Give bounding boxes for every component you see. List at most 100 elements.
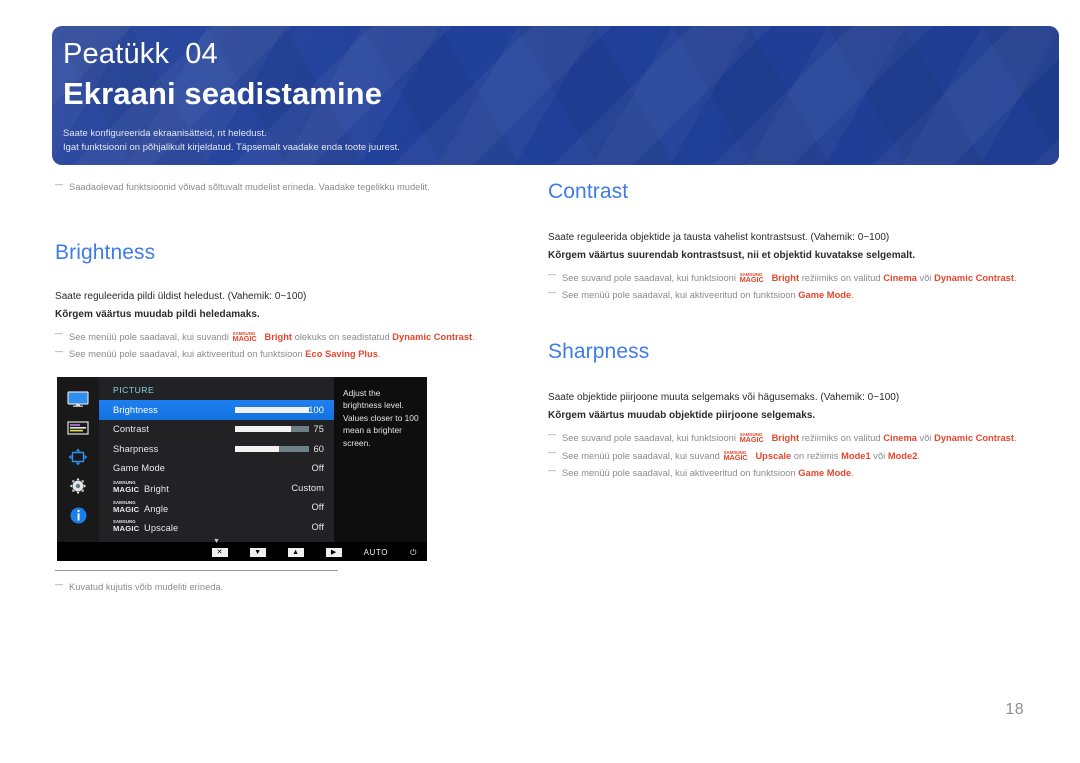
samsung-magic-logo: SAMSUNG MAGIC [113, 500, 143, 514]
osd-slider-fill [235, 426, 291, 433]
osd-menu-item[interactable]: SAMSUNG MAGIC Angle Off [99, 498, 334, 518]
osd-menu-item-label: Game Mode [113, 463, 166, 474]
osd-slider-track[interactable] [235, 406, 309, 413]
section-heading-brightness: Brightness [55, 241, 156, 264]
brightness-note-1-pre: See menüü pole saadaval, kui suvandi [69, 332, 229, 343]
osd-slider-fill [235, 445, 280, 452]
contrast-body-2: Kõrgem väärtus suurendab kontrastsust, n… [548, 250, 916, 262]
brightness-note-2-end: . [377, 349, 381, 360]
osd-menu-item[interactable]: Brightness 100 [99, 400, 334, 420]
osd-button-bar: ✕ ▼ ▲ ▶ AUTO ⏻ [57, 544, 427, 561]
right-column: Contrast Saate reguleerida objektide ja … [548, 180, 1028, 481]
osd-key-enter-icon[interactable]: ▶ [325, 548, 342, 557]
osd-slider-track[interactable] [235, 426, 309, 433]
sharpness-note-1: See suvand pole saadaval, kui funktsioon… [548, 427, 1028, 446]
sharpness-note-1-or: või [919, 433, 932, 444]
magic-logo-main: MAGIC [723, 452, 748, 462]
contrast-note-1-highlight-2: Dynamic Contrast [934, 273, 1014, 284]
chapter-number: 04 [185, 38, 218, 70]
brightness-body-2: Kõrgem väärtus muudab pildi heledamaks. [55, 309, 260, 321]
magic-logo-main: MAGIC [232, 333, 257, 343]
manual-page: Peatükk 04 Ekraani seadistamine Saate ko… [0, 0, 1080, 763]
osd-menu-item-value: 75 [313, 424, 324, 435]
osd-menu-item-label: Brightness [113, 404, 158, 415]
picture-icon[interactable] [66, 390, 90, 408]
sharpness-note-3-pre: See menüü pole saadaval, kui aktiveeritu… [562, 468, 796, 479]
osd-help-panel: Adjust the brightness level. Values clos… [334, 377, 427, 542]
osd-menu-item-value: Off [311, 502, 324, 513]
osd-monitor-illustration: PICTURE Brightness 100 Contrast 75 Sharpness… [57, 377, 427, 561]
sharpness-note-2-pre: See menüü pole saadaval, kui suvand [562, 451, 720, 462]
osd-slider-fill [235, 406, 309, 413]
sharpness-note-1-pre: See suvand pole saadaval, kui funktsioon… [562, 433, 736, 444]
osd-menu-item[interactable]: SAMSUNG MAGIC Upscale Off [99, 517, 334, 537]
sharpness-note-2-end: . [917, 451, 920, 462]
contrast-note-1-magic-suffix: Bright [771, 273, 800, 284]
osd-key-down-icon[interactable]: ▼ [249, 548, 266, 557]
osd-caption-note-text: Kuvatud kujutis võib mudeliti erineda. [69, 582, 224, 592]
samsung-magic-logo: SAMSUNG MAGIC [233, 329, 264, 343]
system-icon[interactable] [66, 448, 90, 466]
contrast-note-2-highlight: Game Mode [798, 290, 852, 301]
sharpness-note-2-magic-suffix: Upscale [755, 451, 792, 462]
osd-menu-heading: PICTURE [113, 385, 155, 395]
sharpness-note-2: See menüü pole saadaval, kui suvand SAMS… [548, 445, 1028, 464]
contrast-note-2: See menüü pole saadaval, kui aktiveeritu… [548, 285, 1028, 303]
sharpness-note-2-or: või [873, 451, 886, 462]
osd-menu-item-magic-label: SAMSUNG MAGIC Upscale [113, 519, 179, 534]
caption-divider [55, 570, 338, 571]
brightness-body-1: Saate reguleerida pildi üldist heledust.… [55, 291, 307, 303]
osd-menu-item-label: Upscale [144, 523, 179, 534]
header-subtitle-line2: Igat funktsiooni on põhjalikult kirjelda… [63, 140, 400, 152]
setup-and-reset-icon[interactable] [66, 477, 90, 495]
brightness-note-1-highlight: Dynamic Contrast [392, 332, 473, 343]
sharpness-note-2-highlight-1: Mode1 [841, 451, 871, 462]
osd-key-up-icon[interactable]: ▲ [287, 548, 304, 557]
brightness-note-1-magic-suffix: Bright [264, 332, 293, 343]
page-title: Ekraani seadistamine [63, 76, 383, 112]
samsung-magic-logo: SAMSUNG MAGIC [740, 270, 771, 284]
magic-logo-main: MAGIC [113, 524, 140, 534]
chapter-header-banner: Peatükk 04 Ekraani seadistamine Saate ko… [52, 26, 1059, 165]
left-column: Saadaolevad funktsioonid võivad sõltuval… [55, 177, 515, 362]
osd-menu-item[interactable]: Contrast 75 [99, 420, 334, 440]
osd-key-auto-label[interactable]: AUTO [364, 548, 388, 557]
osd-menu-item-value: Off [311, 521, 324, 532]
sharpness-note-3-end: . [851, 468, 854, 479]
osd-key-close-icon[interactable]: ✕ [211, 548, 228, 557]
samsung-magic-logo: SAMSUNG MAGIC [113, 480, 143, 494]
page-number: 18 [1005, 701, 1024, 718]
brightness-note-2-highlight: Eco Saving Plus [305, 349, 378, 360]
osd-menu-item-label: Sharpness [113, 443, 159, 454]
header-subtitle: Saate konfigureerida ekraanisätteid, nt … [63, 126, 1059, 154]
sharpness-body-2: Kõrgem väärtus muudab objektide piirjoon… [548, 410, 816, 422]
osd-slider-track[interactable] [235, 445, 309, 452]
osd-menu-item-value: 60 [313, 443, 324, 454]
brightness-note-2-pre: See menüü pole saadaval, kui aktiveeritu… [69, 349, 303, 360]
section-heading-contrast: Contrast [548, 180, 629, 203]
brightness-note-1-end: . [472, 332, 475, 343]
samsung-magic-logo: SAMSUNG MAGIC [723, 448, 754, 462]
osd-menu-item[interactable]: SAMSUNG MAGIC Bright Custom [99, 478, 334, 498]
contrast-body-1: Saate reguleerida objektide ja tausta va… [548, 232, 890, 244]
contrast-note-2-end: . [851, 290, 854, 301]
contrast-note-1-end: . [1014, 273, 1017, 284]
osd-caption-block: Kuvatud kujutis võib mudeliti erineda. [55, 570, 375, 595]
information-icon[interactable] [66, 506, 90, 524]
samsung-magic-logo: SAMSUNG MAGIC [740, 430, 771, 444]
contrast-note-1: See suvand pole saadaval, kui funktsioon… [548, 267, 1028, 286]
onscreen-display-icon[interactable] [66, 419, 90, 437]
osd-menu-item[interactable]: Sharpness 60 [99, 439, 334, 459]
osd-menu-item-value: Off [311, 463, 324, 474]
brightness-note-2: See menüü pole saadaval, kui aktiveeritu… [55, 344, 515, 362]
section-heading-sharpness: Sharpness [548, 340, 650, 364]
power-icon[interactable]: ⏻ [410, 548, 417, 558]
sharpness-note-2-highlight-2: Mode2 [887, 451, 918, 462]
contrast-note-1-mid: režiimiks on valitud [801, 273, 881, 284]
osd-menu-panel: PICTURE Brightness 100 Contrast 75 Sharpness… [99, 377, 334, 545]
osd-menu-item[interactable]: Game Mode Off [99, 459, 334, 479]
sharpness-note-3: See menüü pole saadaval, kui aktiveeritu… [548, 463, 1028, 481]
osd-menu-item-value: 100 [308, 404, 324, 415]
sharpness-note-1-mid: režiimiks on valitud [801, 433, 881, 444]
osd-caption-note: Kuvatud kujutis võib mudeliti erineda. [55, 577, 375, 595]
